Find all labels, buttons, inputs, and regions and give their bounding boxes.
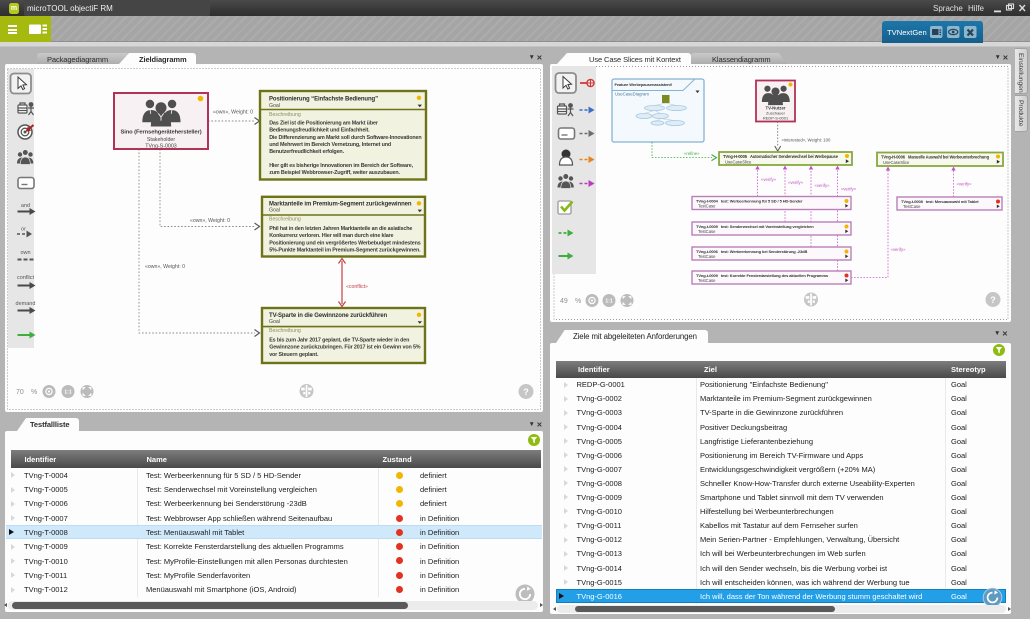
svg-text:Sino (Fernsehgerätehersteller): Sino (Fernsehgerätehersteller) (120, 130, 201, 136)
svg-text:«own», Weight: 0: «own», Weight: 0 (145, 264, 185, 270)
svg-text:Marktanteile im Premium-Segmen: Marktanteile im Premium-Segment zurückge… (269, 201, 412, 207)
svg-text:Hier gilt es bisherige Innovat: Hier gilt es bisherige Innovationen im B… (269, 163, 413, 169)
svg-text:49: 49 (560, 298, 568, 305)
svg-text:Goal: Goal (269, 208, 280, 214)
svg-text:TV-Sparte in die Gewinnzone zu: TV-Sparte in die Gewinnzone zurückführen (269, 313, 387, 319)
svg-text:Stakeholder: Stakeholder (147, 137, 176, 143)
svg-text:und Mehrwert im Bereich Vernet: und Mehrwert im Bereich Vernetzung, Inte… (269, 142, 391, 148)
svg-text:Konkurrenz verloren. Hier will: Konkurrenz verloren. Hier will man durch… (269, 233, 393, 239)
svg-text:conflict: conflict (17, 275, 35, 281)
svg-text:TestCase: TestCase (903, 204, 921, 209)
svg-text:TVng-t-0006 test: Werbeerken: TVng-t-0006 test: Werbeerkennung bei Sen… (696, 249, 807, 254)
svg-text:demand: demand (16, 301, 36, 307)
svg-text:and: and (21, 203, 30, 209)
svg-text:TestCase: TestCase (698, 204, 716, 209)
svg-text:TVng-S-0003: TVng-S-0003 (145, 144, 177, 150)
svg-text:«own», Weight: 0: «own», Weight: 0 (190, 218, 230, 224)
svg-text:Beschreibung: Beschreibung (269, 217, 301, 223)
svg-text:«verify»: «verify» (957, 182, 973, 187)
svg-text:Beschreibung: Beschreibung (269, 328, 301, 334)
svg-text:Das Ziel ist die Positionierun: Das Ziel ist die Positionierung am Markt… (269, 120, 379, 126)
svg-text:vor Steuern geplant.: vor Steuern geplant. (269, 352, 319, 358)
svg-text:70: 70 (16, 389, 24, 396)
svg-text:%: % (31, 389, 37, 396)
svg-text:UseCaseSlice: UseCaseSlice (883, 160, 910, 165)
svg-text:Beschreibung: Beschreibung (269, 112, 301, 118)
svg-text:UseCaseDiagram: UseCaseDiagram (615, 92, 649, 97)
svg-text:REDP-S-0001: REDP-S-0001 (763, 116, 789, 121)
svg-text:5%-Punkte Marktanteil im Premi: 5%-Punkte Marktanteil im Premium-Segment… (269, 247, 421, 253)
svg-text:Positionierung “Einfachste Bed: Positionierung “Einfachste Bedienung” (269, 96, 378, 102)
svg-text:own: own (20, 250, 30, 256)
svg-text:Positionierung und ein vergröß: Positionierung und ein vergrößertes Werb… (269, 240, 421, 246)
svg-text:TestCase: TestCase (698, 229, 716, 234)
svg-text:«refine»: «refine» (684, 151, 700, 156)
svg-text:«verify»: «verify» (891, 247, 907, 252)
svg-text:«interested», Weight: 100: «interested», Weight: 100 (782, 138, 831, 143)
svg-text:TestCase: TestCase (698, 254, 716, 259)
svg-text:TestCase: TestCase (698, 278, 716, 283)
svg-text:TVng-t-0004 test: Werbeerken: TVng-t-0004 test: Werbeerkennung für 5 S… (696, 198, 803, 203)
svg-text:zum Beispiel Webbrowser-Zugrif: zum Beispiel Webbrowser-Zugriff, weiter … (269, 170, 400, 176)
svg-text:TVng-t-0009 test: Korrekte F: TVng-t-0009 test: Korrekte Fensterdarste… (696, 273, 829, 278)
svg-text:Phil hat in den letzten Jahren: Phil hat in den letzten Jahren Marktante… (269, 226, 412, 232)
svg-text:«verify»: «verify» (815, 183, 831, 188)
svg-text:Bedienungsfreudlichkeit und Ei: Bedienungsfreudlichkeit und Einfachheit. (269, 128, 370, 134)
svg-text:Goal: Goal (269, 103, 280, 109)
svg-text:?: ? (523, 387, 529, 397)
svg-text:TVng-H-0005 Automatischer Se: TVng-H-0005 Automatischer Senderwechsel … (723, 154, 839, 159)
svg-text:«verify»: «verify» (761, 177, 777, 182)
svg-text:Die Differenzierung am Markt s: Die Differenzierung am Markt soll durch … (269, 135, 421, 141)
svg-text:TVng-t-0005 test: Senderwech: TVng-t-0005 test: Senderwechsel mit Vore… (696, 224, 814, 229)
svg-text:?: ? (990, 295, 996, 305)
svg-text:1:1: 1:1 (605, 299, 612, 305)
svg-text:1:1: 1:1 (64, 390, 71, 396)
svg-text:Es bis zum Jahr 2017 geplant,: Es bis zum Jahr 2017 geplant, die TV-Spa… (269, 337, 409, 343)
svg-text:«verify»: «verify» (788, 180, 804, 185)
svg-text:Goal: Goal (269, 319, 280, 325)
svg-text:UseCaseSlice: UseCaseSlice (725, 159, 752, 164)
svg-text:«verify»: «verify» (841, 187, 857, 192)
svg-text:TVng-H-0006 Manuelle Auswahl: TVng-H-0006 Manuelle Auswahl bei Werbeun… (881, 154, 990, 159)
svg-text:Benutzerfreudlichkeit erfolgen: Benutzerfreudlichkeit erfolgen. (269, 149, 344, 155)
svg-text:or: or (21, 227, 26, 233)
svg-text:Gewinnzone zurückzubringen. Fü: Gewinnzone zurückzubringen. Für 2017 ist… (269, 345, 421, 351)
svg-text:«own», Weight: 0: «own», Weight: 0 (213, 110, 253, 116)
svg-text:Feature Werbepausenassistent!: Feature Werbepausenassistent! (615, 82, 673, 87)
svg-text:%: % (575, 298, 581, 305)
svg-text:«conflict»: «conflict» (346, 284, 368, 290)
svg-text:TVng-t-0008 test: Menuauswah: TVng-t-0008 test: Menuauswahl mit Tablet (901, 199, 979, 204)
